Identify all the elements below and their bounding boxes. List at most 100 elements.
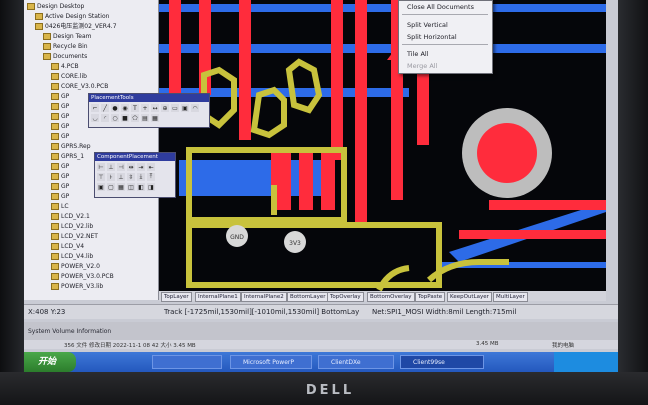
tree-item[interactable]: CORE_V3.0.PCB <box>51 82 108 91</box>
folder-icon <box>51 73 59 80</box>
align-bottom-icon[interactable]: ⊥ <box>117 173 125 181</box>
align-middle-icon[interactable]: ⊦ <box>107 173 115 181</box>
tree-item[interactable]: Recycle Bin <box>43 42 88 51</box>
layer-tab[interactable]: InternalPlane2 <box>241 292 287 302</box>
arc-center-tool-icon[interactable]: ◠ <box>191 104 199 112</box>
tree-item[interactable]: Design Team <box>43 32 91 41</box>
placement-tools-toolbar[interactable]: PlacementTools ⌐ ╱ ● ◉ T + ↔ ⊕ ▭ ▣ ◠ ◡ ◜… <box>88 93 210 128</box>
array-paste-tool-icon[interactable]: ▦ <box>151 114 159 122</box>
layer-tab[interactable]: MultiLayer <box>493 292 528 302</box>
menu-item-split-horizontal[interactable]: Split Horizontal <box>407 32 457 42</box>
tree-item[interactable]: GPRS_1 <box>51 152 84 161</box>
text-tool-icon[interactable]: T <box>131 104 139 112</box>
explorer-size: 3.45 MB <box>476 341 499 347</box>
tree-item[interactable]: Active Design Station <box>35 12 109 21</box>
layer-tab[interactable]: TopPaste <box>415 292 446 302</box>
pcb-canvas[interactable]: GND 3V3 <box>159 0 606 291</box>
status-bar: X:408 Y:23 Track [-1725mil,1530mil][-101… <box>24 304 618 319</box>
decrease-v-spacing-icon[interactable]: ⤒ <box>147 173 155 181</box>
tree-item[interactable]: GP <box>51 182 69 191</box>
arrange-room-icon[interactable]: ▣ <box>97 183 105 191</box>
tree-item[interactable]: GP <box>51 92 69 101</box>
layer-tab[interactable]: BottomLayer <box>287 292 329 302</box>
tree-item[interactable]: Documents <box>43 52 87 61</box>
dimension-tool-icon[interactable]: ↔ <box>151 104 159 112</box>
tree-item[interactable]: GP <box>51 132 69 141</box>
tree-item[interactable]: LCD_V4.lib <box>51 252 93 261</box>
align-top-icon[interactable]: ⊤ <box>97 173 105 181</box>
tree-item[interactable]: GP <box>51 102 69 111</box>
folder-icon <box>51 63 59 70</box>
tree-item-label: GP <box>61 173 70 180</box>
layer-tab[interactable]: KeepOutLayer <box>447 292 492 302</box>
tree-item[interactable]: Design Desktop <box>27 2 84 11</box>
arc-any-tool-icon[interactable]: ◜ <box>101 114 109 122</box>
tree-item-label: GPRS_1 <box>61 153 85 160</box>
taskbar-item-1[interactable] <box>152 355 222 369</box>
layer-tab[interactable]: BottomOverlay <box>367 292 415 302</box>
layer-tab[interactable]: InternalPlane1 <box>195 292 241 302</box>
fill-tool-icon[interactable]: ■ <box>121 114 129 122</box>
distribute-h-icon[interactable]: ⇹ <box>127 163 135 171</box>
line-tool-icon[interactable]: ╱ <box>101 104 109 112</box>
ungroup-icon[interactable]: ◧ <box>137 183 145 191</box>
wire-tool-icon[interactable]: ⌐ <box>91 104 99 112</box>
taskbar-item-powerpoint[interactable]: Microsoft PowerP <box>230 355 312 369</box>
tree-item[interactable]: GP <box>51 112 69 121</box>
tree-item[interactable]: GP <box>51 172 69 181</box>
layer-tab[interactable]: TopOverlay <box>327 292 364 302</box>
room-tool-icon[interactable]: ▭ <box>171 104 179 112</box>
cursor-coordinates: X:408 Y:23 <box>28 308 66 316</box>
origin-tool-icon[interactable]: ⊕ <box>161 104 169 112</box>
tree-item[interactable]: POWER_V3.0.PCB <box>51 272 114 281</box>
align-right-icon[interactable]: ⊣ <box>117 163 125 171</box>
tree-item[interactable]: CORE.lib <box>51 72 87 81</box>
tree-item[interactable]: 0426电压监测02_VER4.7 <box>35 22 117 31</box>
tree-item[interactable]: LCD_V2.NET <box>51 232 98 241</box>
layer-tab[interactable]: TopLayer <box>161 292 192 302</box>
arc-edge-tool-icon[interactable]: ◡ <box>91 114 99 122</box>
menu-item-split-vertical[interactable]: Split Vertical <box>407 20 448 30</box>
arrange-rect-icon[interactable]: ▢ <box>107 183 115 191</box>
tree-item[interactable]: POWER_V3.lib <box>51 282 103 291</box>
increase-v-spacing-icon[interactable]: ⤓ <box>137 173 145 181</box>
move-grid-icon[interactable]: ▦ <box>117 183 125 191</box>
menu-separator <box>402 14 488 15</box>
tree-item[interactable]: LCD_V2.1 <box>51 212 90 221</box>
align-left-icon[interactable]: ⊢ <box>97 163 105 171</box>
circle-tool-icon[interactable]: ○ <box>111 114 119 122</box>
tree-item[interactable]: GP <box>51 162 69 171</box>
tree-item-label: LC <box>61 203 69 210</box>
coordinate-tool-icon[interactable]: + <box>141 104 149 112</box>
tree-item[interactable]: GP <box>51 192 69 201</box>
distribute-v-icon[interactable]: ⇳ <box>127 173 135 181</box>
component-placement-toolbar[interactable]: ComponentPlacement ⊢ ⊥ ⊣ ⇹ ⇥ ⇤ ⊤ ⊦ ⊥ ⇳ ⤓… <box>94 152 176 198</box>
tree-item[interactable]: GPRS.Rep <box>51 142 91 151</box>
menu-item-tile-all[interactable]: Tile All <box>407 49 429 59</box>
tree-item[interactable]: POWER_V2.0 <box>51 262 100 271</box>
group-icon[interactable]: ◫ <box>127 183 135 191</box>
taskbar-item-client99se[interactable]: Client99se <box>400 355 484 369</box>
component-placement-title: ComponentPlacement <box>95 153 175 161</box>
folder-icon <box>51 123 59 130</box>
tree-item[interactable]: 4.PCB <box>51 62 79 71</box>
split-plane-tool-icon[interactable]: ▤ <box>141 114 149 122</box>
taskbar-item-clientdxe[interactable]: ClientDXe <box>318 355 394 369</box>
align-center-icon[interactable]: ⊥ <box>107 163 115 171</box>
increase-h-spacing-icon[interactable]: ⇥ <box>137 163 145 171</box>
polygon-tool-icon[interactable]: ⬠ <box>131 114 139 122</box>
tree-item[interactable]: LCD_V4 <box>51 242 84 251</box>
start-button[interactable]: 开始 <box>24 352 76 372</box>
decrease-h-spacing-icon[interactable]: ⇤ <box>147 163 155 171</box>
component-tool-icon[interactable]: ▣ <box>181 104 189 112</box>
pad-tool-icon[interactable]: ● <box>111 104 119 112</box>
mounting-pad-hole <box>477 123 537 183</box>
via-tool-icon[interactable]: ◉ <box>121 104 129 112</box>
bring-front-icon[interactable]: ◨ <box>147 183 155 191</box>
tree-item-label: LCD_V4 <box>61 243 85 250</box>
menu-separator <box>402 44 488 45</box>
tree-item[interactable]: LC <box>51 202 69 211</box>
tree-item[interactable]: LCD_V2.lib <box>51 222 93 231</box>
tree-item[interactable]: GP <box>51 122 69 131</box>
menu-item-close-all[interactable]: Close All Documents <box>407 2 474 12</box>
